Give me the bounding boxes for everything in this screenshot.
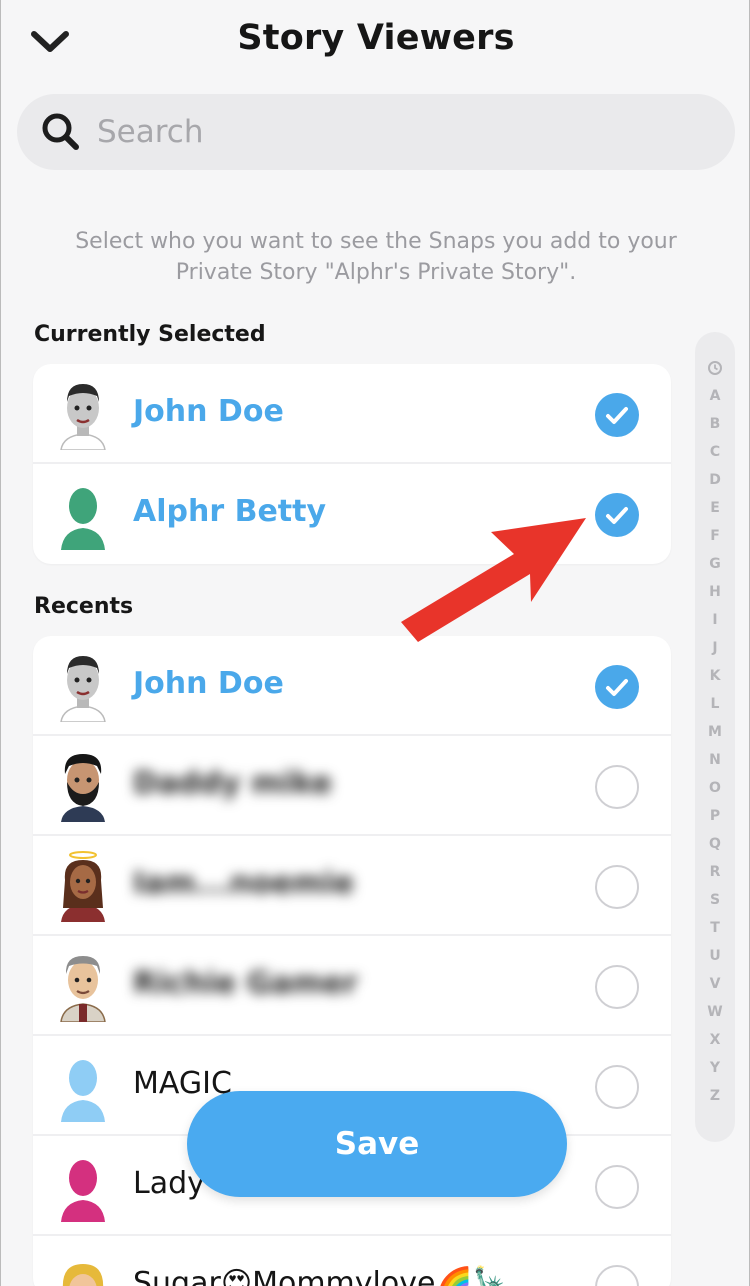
list-item[interactable]: John Doe (33, 636, 671, 736)
index-letter-z[interactable]: Z (695, 1088, 735, 1104)
index-letter-o[interactable]: O (695, 780, 735, 796)
index-letter-s[interactable]: S (695, 892, 735, 908)
bitmoji-grey-hair-icon (53, 950, 113, 1023)
bitmoji-woman-halo-icon (53, 850, 113, 922)
contact-name: John Doe (133, 666, 284, 701)
index-letter-d[interactable]: D (695, 472, 735, 488)
index-letter-c[interactable]: C (695, 444, 735, 460)
list-item[interactable]: Richie Gamer (33, 936, 671, 1036)
index-letter-g[interactable]: G (695, 556, 735, 572)
unchecked-icon[interactable] (595, 1265, 639, 1286)
contact-name: Iam...noemie (133, 866, 355, 901)
index-letter-m[interactable]: M (695, 724, 735, 740)
index-letter-j[interactable]: J (695, 640, 735, 656)
index-letter-q[interactable]: Q (695, 836, 735, 852)
index-letter-k[interactable]: K (695, 668, 735, 684)
bitmoji-blonde-icon (53, 1250, 113, 1286)
contact-name: John Doe (133, 394, 284, 429)
bitmoji-man-icon (53, 378, 113, 451)
unchecked-icon[interactable] (595, 965, 639, 1009)
header: Story Viewers (1, 0, 750, 84)
list-item[interactable]: Iam...noemie (33, 836, 671, 936)
save-button[interactable]: Save (187, 1091, 567, 1197)
alphabet-index[interactable]: ABCDEFGHIJKLMNOPQRSTUVWXYZ (695, 332, 735, 1142)
index-letter-w[interactable]: W (695, 1004, 735, 1020)
search-bar[interactable] (17, 94, 735, 170)
clock-icon[interactable] (695, 360, 735, 380)
index-letter-t[interactable]: T (695, 920, 735, 936)
search-icon (39, 110, 83, 154)
index-letter-v[interactable]: V (695, 976, 735, 992)
index-letter-u[interactable]: U (695, 948, 735, 964)
silhouette-blue-icon (53, 1050, 113, 1122)
unchecked-icon[interactable] (595, 765, 639, 809)
index-letter-b[interactable]: B (695, 416, 735, 432)
unchecked-icon[interactable] (595, 865, 639, 909)
checked-icon[interactable] (595, 493, 639, 537)
contact-name: Sugar😍Mommylove🌈🗽 (133, 1266, 511, 1286)
unchecked-icon[interactable] (595, 1165, 639, 1209)
section-label-recents: Recents (34, 594, 134, 619)
index-letter-x[interactable]: X (695, 1032, 735, 1048)
unchecked-icon[interactable] (595, 1065, 639, 1109)
bitmoji-beard-icon (53, 750, 113, 822)
index-letter-p[interactable]: P (695, 808, 735, 824)
index-letter-y[interactable]: Y (695, 1060, 735, 1076)
section-label-currently-selected: Currently Selected (34, 322, 266, 347)
silhouette-green-icon (53, 478, 113, 550)
contact-name: Daddy mike (133, 766, 333, 801)
contact-name: Alphr Betty (133, 494, 327, 529)
checked-icon[interactable] (595, 665, 639, 709)
description-text: Select who you want to see the Snaps you… (75, 229, 677, 285)
currently-selected-list: John Doe Alphr Betty (33, 364, 671, 564)
checked-icon[interactable] (595, 393, 639, 437)
index-letter-i[interactable]: I (695, 612, 735, 628)
search-input[interactable] (97, 106, 697, 158)
index-letter-e[interactable]: E (695, 500, 735, 516)
list-item[interactable]: Daddy mike (33, 736, 671, 836)
index-letter-f[interactable]: F (695, 528, 735, 544)
silhouette-pink-icon (53, 1150, 113, 1222)
index-letter-l[interactable]: L (695, 696, 735, 712)
list-item[interactable]: Sugar😍Mommylove🌈🗽 (33, 1236, 671, 1286)
index-letter-h[interactable]: H (695, 584, 735, 600)
list-item[interactable]: Alphr Betty (33, 464, 671, 564)
contact-name: Richie Gamer (133, 966, 358, 1001)
page-title: Story Viewers (237, 18, 515, 58)
index-letter-n[interactable]: N (695, 752, 735, 768)
index-letter-a[interactable]: A (695, 388, 735, 404)
list-item[interactable]: John Doe (33, 364, 671, 464)
index-letter-r[interactable]: R (695, 864, 735, 880)
bitmoji-man-icon (53, 650, 113, 723)
